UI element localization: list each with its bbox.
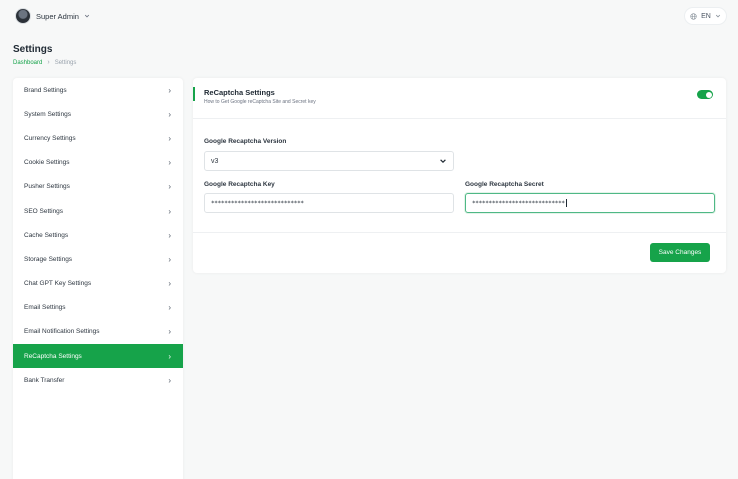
sidebar-item-system-settings[interactable]: System Settings ›	[13, 102, 183, 126]
breadcrumb-dashboard-link[interactable]: Dashboard	[13, 60, 42, 66]
sidebar-item-label: Cache Settings	[24, 231, 69, 239]
chevron-right-icon: ›	[168, 85, 171, 95]
chevron-right-icon: ›	[168, 303, 171, 313]
save-changes-button[interactable]: Save Changes	[650, 243, 710, 262]
chevron-right-icon: ›	[168, 279, 171, 289]
chevron-right-icon: ›	[168, 182, 171, 192]
language-code: EN	[701, 12, 711, 20]
sidebar-item-label: Email Notification Settings	[24, 328, 100, 336]
accent-bar	[193, 87, 195, 101]
sidebar-item-label: Pusher Settings	[24, 183, 70, 191]
chevron-down-icon	[84, 14, 90, 18]
breadcrumb-current: Settings	[54, 59, 77, 66]
sidebar-item-label: Bank Transfer	[24, 376, 65, 384]
header-divider	[193, 118, 726, 119]
text-caret	[565, 199, 567, 207]
card-title: ReCaptcha Settings	[204, 88, 275, 97]
sidebar-item-recaptcha-settings[interactable]: ReCaptcha Settings ›	[13, 344, 183, 369]
chevron-right-icon: ›	[168, 375, 171, 385]
version-label: Google Recaptcha Version	[204, 138, 287, 145]
sidebar-item-chat-gpt-key-settings[interactable]: Chat GPT Key Settings ›	[13, 272, 183, 296]
language-selector[interactable]: EN	[684, 7, 727, 25]
recaptcha-secret-value: ****************************	[472, 199, 565, 207]
sidebar-item-email-notification-settings[interactable]: Email Notification Settings ›	[13, 320, 183, 344]
top-bar: Super Admin EN	[0, 0, 738, 34]
footer-divider	[193, 232, 726, 233]
sidebar-item-label: Brand Settings	[24, 86, 67, 94]
key-label: Google Recaptcha Key	[204, 181, 275, 188]
version-select[interactable]: v3	[204, 151, 454, 171]
sidebar-item-label: Currency Settings	[24, 134, 76, 142]
globe-icon	[690, 12, 697, 20]
card-subtitle: How to Get Google reCaptcha Site and Sec…	[204, 99, 316, 105]
recaptcha-key-value: ****************************	[211, 199, 304, 207]
breadcrumb: Dashboard › Settings	[13, 59, 76, 66]
sidebar-item-seo-settings[interactable]: SEO Settings ›	[13, 199, 183, 223]
chevron-right-icon: ›	[168, 206, 171, 216]
recaptcha-key-input[interactable]: ****************************	[204, 193, 454, 213]
chevron-right-icon: ›	[168, 254, 171, 264]
page-title: Settings	[13, 44, 53, 55]
sidebar-item-bank-transfer[interactable]: Bank Transfer ›	[13, 368, 183, 392]
sidebar-item-storage-settings[interactable]: Storage Settings ›	[13, 247, 183, 271]
sidebar-item-cache-settings[interactable]: Cache Settings ›	[13, 223, 183, 247]
chevron-right-icon: ›	[168, 158, 171, 168]
recaptcha-secret-input[interactable]: ****************************	[465, 193, 715, 213]
chevron-right-icon: ›	[168, 351, 171, 361]
sidebar-item-label: Chat GPT Key Settings	[24, 280, 92, 288]
sidebar-item-label: ReCaptcha Settings	[24, 352, 82, 360]
sidebar-item-cookie-settings[interactable]: Cookie Settings ›	[13, 151, 183, 175]
sidebar-item-email-settings[interactable]: Email Settings ›	[13, 296, 183, 320]
secret-label: Google Recaptcha Secret	[465, 181, 544, 188]
sidebar-item-brand-settings[interactable]: Brand Settings ›	[13, 78, 183, 102]
settings-sidebar: Brand Settings › System Settings › Currency …	[13, 78, 183, 479]
user-menu[interactable]: Super Admin	[15, 8, 90, 24]
chevron-right-icon: ›	[168, 133, 171, 143]
user-name: Super Admin	[36, 11, 79, 21]
avatar	[15, 8, 31, 24]
chevron-right-icon: ›	[168, 109, 171, 119]
sidebar-item-currency-settings[interactable]: Currency Settings ›	[13, 126, 183, 150]
sidebar-list: Brand Settings › System Settings › Currency …	[13, 78, 183, 392]
chevron-right-icon: ›	[168, 327, 171, 337]
recaptcha-settings-card: ReCaptcha Settings How to Get Google reC…	[193, 78, 726, 273]
sidebar-item-label: Storage Settings	[24, 255, 73, 263]
chevron-down-icon	[440, 159, 446, 164]
version-select-value: v3	[211, 157, 219, 165]
toggle-knob	[705, 91, 712, 98]
sidebar-item-label: System Settings	[24, 110, 71, 118]
sidebar-item-label: Email Settings	[24, 304, 66, 312]
sidebar-item-pusher-settings[interactable]: Pusher Settings ›	[13, 175, 183, 199]
breadcrumb-separator-icon: ›	[47, 59, 50, 66]
sidebar-item-label: Cookie Settings	[24, 159, 70, 167]
recaptcha-enabled-toggle[interactable]	[697, 90, 713, 99]
sidebar-item-label: SEO Settings	[24, 207, 64, 215]
chevron-right-icon: ›	[168, 230, 171, 240]
card-header: ReCaptcha Settings How to Get Google reC…	[193, 86, 726, 120]
chevron-down-icon	[715, 14, 720, 18]
